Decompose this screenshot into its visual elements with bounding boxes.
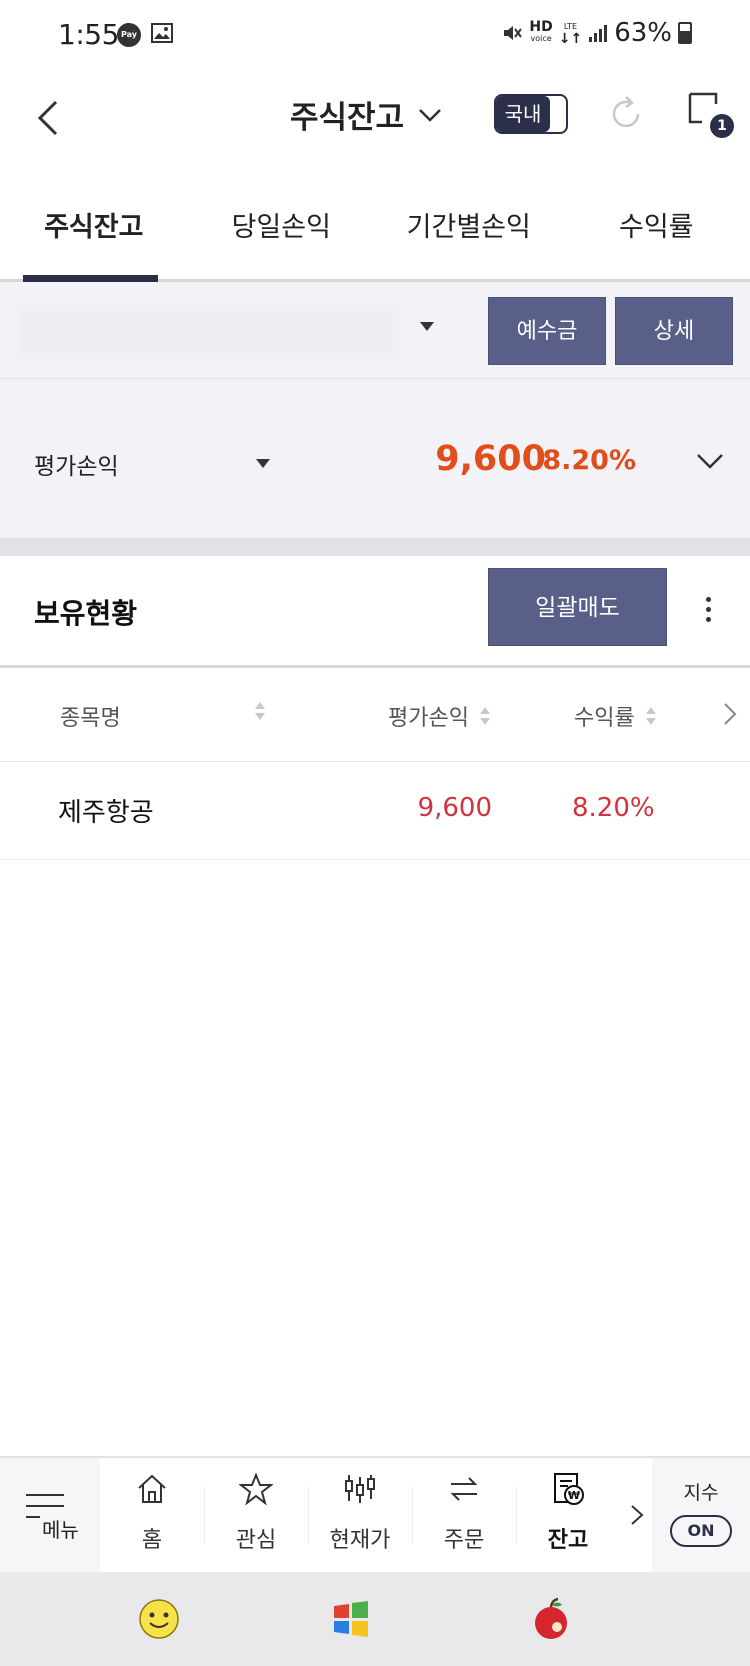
chevron-right-icon[interactable] — [628, 1500, 646, 1530]
nav-order[interactable]: 주문 — [412, 1458, 516, 1572]
status-bar: 1:55 Pay HD voice LTE ↓↑ 63% — [0, 0, 750, 70]
battery-icon — [678, 22, 692, 44]
tab-period-pl[interactable]: 기간별손익 — [375, 180, 563, 279]
signal-icon — [589, 25, 608, 42]
holdings-header: 보유현황 일괄매도 — [0, 556, 750, 668]
back-icon[interactable] — [28, 88, 72, 148]
more-vertical-icon[interactable] — [700, 594, 716, 628]
account-row: 예수금 상세 — [0, 282, 750, 378]
battery-percent: 63% — [614, 18, 672, 48]
svg-text:₩: ₩ — [568, 1489, 580, 1502]
candlestick-icon — [345, 1475, 375, 1503]
summary-value: 9,600 — [435, 439, 546, 479]
summary-label[interactable]: 평가손익 — [34, 447, 119, 481]
row-stock-name: 제주항공 — [58, 798, 154, 828]
hd-voice-icon: HD voice — [529, 19, 553, 43]
windows-icon[interactable] — [328, 1596, 374, 1642]
nav-order-label: 주문 — [443, 1528, 485, 1553]
nav-balance[interactable]: ₩ 잔고 — [516, 1458, 620, 1572]
market-toggle[interactable]: 국내 — [494, 94, 568, 134]
nav-balance-label: 잔고 — [547, 1528, 589, 1553]
column-pl[interactable]: 평가손익 — [388, 700, 491, 732]
column-rate-label: 수익률 — [574, 706, 635, 731]
row-pl: 9,600 — [417, 793, 492, 823]
smiley-icon[interactable] — [136, 1596, 182, 1642]
account-selector[interactable] — [20, 304, 400, 360]
swap-icon — [450, 1477, 478, 1501]
balance-icon: ₩ — [554, 1473, 584, 1505]
lte-icon: LTE ↓↑ — [558, 22, 583, 47]
app-header: 주식잔고 국내 1 — [0, 70, 750, 180]
table-row[interactable]: 제주항공 9,600 8.20% — [0, 762, 750, 860]
column-name[interactable]: 종목명 — [60, 700, 121, 732]
status-indicators: HD voice LTE ↓↑ 63% — [501, 18, 692, 48]
home-icon — [138, 1474, 166, 1503]
tab-daily-pl[interactable]: 당일손익 — [188, 180, 376, 279]
window-count-badge: 1 — [710, 114, 734, 138]
refresh-icon[interactable] — [604, 92, 648, 136]
title-dropdown[interactable]: 주식잔고 — [290, 92, 444, 137]
window-button[interactable]: 1 — [686, 90, 736, 140]
tab-stock-balance[interactable]: 주식잔고 — [0, 180, 188, 282]
summary-caret-icon[interactable] — [256, 459, 270, 468]
sort-icon — [645, 707, 656, 725]
holdings-title: 보유현황 — [34, 597, 138, 630]
detail-button[interactable]: 상세 — [615, 297, 733, 365]
nav-items: 홈 관심 현재가 주문 ₩ 잔고 — [100, 1458, 652, 1572]
nav-quote-label: 현재가 — [329, 1528, 391, 1553]
bottom-nav: 메뉴 홈 관심 현재가 주문 ₩ 잔고 지수 ON — [0, 1456, 750, 1572]
nav-watchlist[interactable]: 관심 — [204, 1458, 308, 1572]
menu-button[interactable]: 메뉴 — [0, 1458, 100, 1572]
table-header: 종목명 평가손익 수익률 — [0, 668, 750, 762]
page-title: 주식잔고 — [290, 100, 405, 136]
pay-icon: Pay — [117, 23, 141, 47]
nav-watchlist-label: 관심 — [235, 1528, 277, 1553]
deposit-button[interactable]: 예수금 — [488, 297, 606, 365]
chevron-down-icon — [419, 108, 441, 122]
tab-bar: 주식잔고 당일손익 기간별손익 수익률 — [0, 180, 750, 282]
image-icon — [151, 23, 173, 43]
chevron-right-icon[interactable] — [722, 700, 738, 728]
sell-all-button[interactable]: 일괄매도 — [488, 568, 667, 646]
nav-quote[interactable]: 현재가 — [308, 1458, 412, 1572]
expand-chevron-icon[interactable] — [694, 445, 726, 477]
index-label: 지수 — [683, 1482, 719, 1504]
pl-summary: 평가손익 9,600 8.20% — [0, 378, 750, 538]
summary-rate: 8.20% — [542, 445, 636, 476]
system-bar — [0, 1572, 750, 1666]
account-caret-icon — [420, 322, 434, 331]
nav-home[interactable]: 홈 — [100, 1458, 204, 1572]
apple-icon[interactable] — [528, 1596, 574, 1642]
nav-home-label: 홈 — [141, 1528, 163, 1553]
index-toggle[interactable]: ON — [670, 1515, 732, 1547]
section-divider — [0, 538, 750, 556]
star-icon — [239, 1472, 273, 1506]
tab-return-rate[interactable]: 수익률 — [563, 180, 750, 279]
column-rate[interactable]: 수익률 — [574, 700, 657, 732]
index-panel: 지수 ON — [652, 1458, 750, 1572]
menu-label: 메뉴 — [42, 1518, 79, 1542]
sort-icon[interactable] — [254, 700, 266, 722]
market-toggle-label: 국내 — [496, 96, 550, 132]
mute-icon — [504, 26, 523, 40]
status-time: 1:55 — [58, 18, 119, 51]
row-rate: 8.20% — [572, 793, 655, 823]
sort-icon — [479, 707, 490, 725]
column-pl-label: 평가손익 — [388, 706, 469, 731]
